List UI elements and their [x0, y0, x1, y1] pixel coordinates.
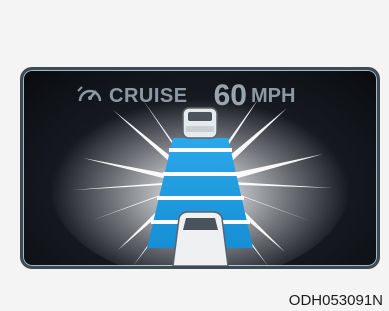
cruise-label: CRUISE: [109, 84, 188, 107]
set-speed-value: 60: [213, 79, 247, 112]
figure-code: ODH053091N: [288, 292, 383, 309]
speed-unit: MPH: [250, 84, 296, 107]
cruise-speedometer-icon: [77, 86, 102, 102]
cruise-status-row: CRUISE 60 MPH: [75, 79, 296, 112]
own-vehicle: [172, 211, 229, 266]
cluster-display-panel: CRUISE 60 MPH: [20, 67, 380, 269]
vehicle-ahead: [182, 107, 218, 139]
